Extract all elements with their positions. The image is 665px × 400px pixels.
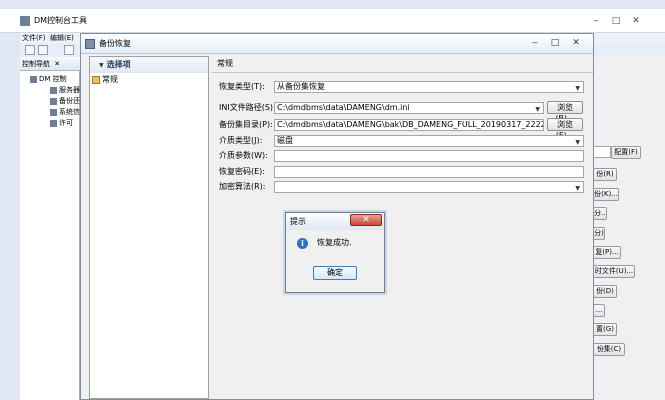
msgbox-message: 恢复成功. <box>317 238 352 247</box>
bg-button-6[interactable]: 时文件(U)... <box>593 265 635 278</box>
tree-item-backup[interactable]: 备份还 <box>20 96 80 107</box>
page-icon <box>92 75 100 84</box>
navigation-pane: 控制导航 ✕ DM 控制 服务器 备份还 系统信 许可 <box>20 57 80 400</box>
nav-header-label: 控制导航 <box>22 60 50 68</box>
backup-dir-label: 备份集目录(P): <box>219 120 273 129</box>
info-icon: i <box>297 238 308 249</box>
section-title: 常规 <box>217 59 233 68</box>
section-divider <box>211 72 593 73</box>
maximize-icon[interactable]: □ <box>606 15 626 27</box>
app-icon <box>20 16 30 26</box>
restore-password-label: 恢复密码(E): <box>219 167 265 176</box>
tree-item-root[interactable]: DM 控制 <box>20 74 67 85</box>
ini-path-label: INI文件路径(S): <box>219 103 276 112</box>
bg-button-9[interactable]: 置(G) <box>593 323 617 336</box>
options-pane: ▼ 选择项 常规 <box>89 56 209 399</box>
server-icon <box>30 75 37 83</box>
app-title: DM控制台工具 <box>34 16 88 25</box>
bg-button-3[interactable]: 分... <box>593 207 607 220</box>
restore-type-select[interactable]: 从备份集恢复 ▼ <box>274 81 584 93</box>
toolbar-open-icon[interactable] <box>38 45 48 55</box>
options-header: ▼ 选择项 <box>90 57 208 73</box>
encryption-label: 加密算法(R): <box>219 182 266 191</box>
ini-path-combo[interactable]: C:\dmdbms\data\DAMENG\dm.ini ▼ <box>274 102 544 114</box>
main-titlebar: DM控制台工具 ‒ □ ✕ <box>0 9 665 33</box>
backup-dir-input[interactable]: C:\dmdbms\data\DAMENG\bak\DB_DAMENG_FULL… <box>274 119 544 131</box>
restore-type-label: 恢复类型(T): <box>219 82 265 91</box>
ok-button[interactable]: 确定 <box>313 266 357 280</box>
media-type-select[interactable]: 磁盘 ▼ <box>274 135 584 147</box>
tree-item-system[interactable]: 系统信 <box>20 107 80 118</box>
option-general[interactable]: 常规 <box>92 74 118 86</box>
bg-button-1[interactable]: 份(R) <box>593 168 617 181</box>
msgbox-titlebar: 提示 ✕ <box>286 213 384 230</box>
bg-button-4[interactable]: 分) <box>593 227 605 240</box>
nav-close-icon[interactable]: ✕ <box>54 60 60 68</box>
encryption-select[interactable]: ▼ <box>274 181 584 193</box>
menu-file[interactable]: 文件(F) <box>22 33 46 43</box>
close-icon[interactable]: ✕ <box>626 15 646 27</box>
dialog-close-icon[interactable]: ✕ <box>567 37 585 50</box>
message-box: 提示 ✕ i 恢复成功. 确定 <box>285 212 385 293</box>
bg-button-10[interactable]: 份集(C) <box>593 343 625 356</box>
service-icon <box>50 86 57 94</box>
menu-edit[interactable]: 编辑(E) <box>50 33 74 43</box>
media-params-input[interactable] <box>274 150 584 162</box>
collapse-icon[interactable]: ▼ <box>99 62 104 69</box>
dropdown-arrow-icon: ▼ <box>575 185 580 192</box>
restore-password-input[interactable] <box>274 166 584 178</box>
msgbox-close-icon[interactable]: ✕ <box>350 214 382 226</box>
browse-backup-button[interactable]: 浏览(F)... <box>547 118 583 140</box>
bg-config-button[interactable]: 配置(F) <box>611 146 641 159</box>
restore-titlebar: 备份恢复 ‒ □ ✕ <box>81 34 593 54</box>
bg-button-8[interactable]: ... <box>593 304 605 317</box>
media-type-label: 介质类型(J): <box>219 136 263 145</box>
nav-header: 控制导航 ✕ <box>20 57 80 71</box>
toolbar-new-icon[interactable] <box>25 45 35 55</box>
dialog-maximize-icon[interactable]: □ <box>546 37 564 50</box>
dialog-minimize-icon[interactable]: ‒ <box>526 37 544 50</box>
minimize-icon[interactable]: ‒ <box>586 15 606 27</box>
toolbar-save-icon[interactable] <box>64 45 74 55</box>
bg-field <box>593 146 611 158</box>
backup-icon <box>50 97 57 105</box>
tree-item-license[interactable]: 许可 <box>20 118 73 129</box>
msgbox-title: 提示 <box>290 217 306 226</box>
form-pane: 常规 恢复类型(T): 从备份集恢复 ▼ INI文件路径(S): C:\dmdb… <box>211 56 593 399</box>
license-icon <box>50 119 57 127</box>
background-form: 配置(F) 份(R) 份(K)... 分... 分) 复(P)... 时文件(U… <box>593 57 665 400</box>
restore-title: 备份恢复 <box>99 39 131 48</box>
bg-button-5[interactable]: 复(P)... <box>593 246 621 259</box>
dropdown-arrow-icon: ▼ <box>575 139 580 146</box>
media-params-label: 介质参数(W): <box>219 151 268 160</box>
bg-button-7[interactable]: 份(D) <box>593 285 617 298</box>
dropdown-arrow-icon: ▼ <box>535 106 540 113</box>
bg-button-2[interactable]: 份(K)... <box>593 188 619 201</box>
system-icon <box>50 108 57 116</box>
browse-ini-button[interactable]: 浏览(B)... <box>547 101 583 123</box>
dropdown-arrow-icon: ▼ <box>575 85 580 92</box>
tree-item-server[interactable]: 服务器 <box>20 85 80 96</box>
database-icon <box>85 39 95 49</box>
